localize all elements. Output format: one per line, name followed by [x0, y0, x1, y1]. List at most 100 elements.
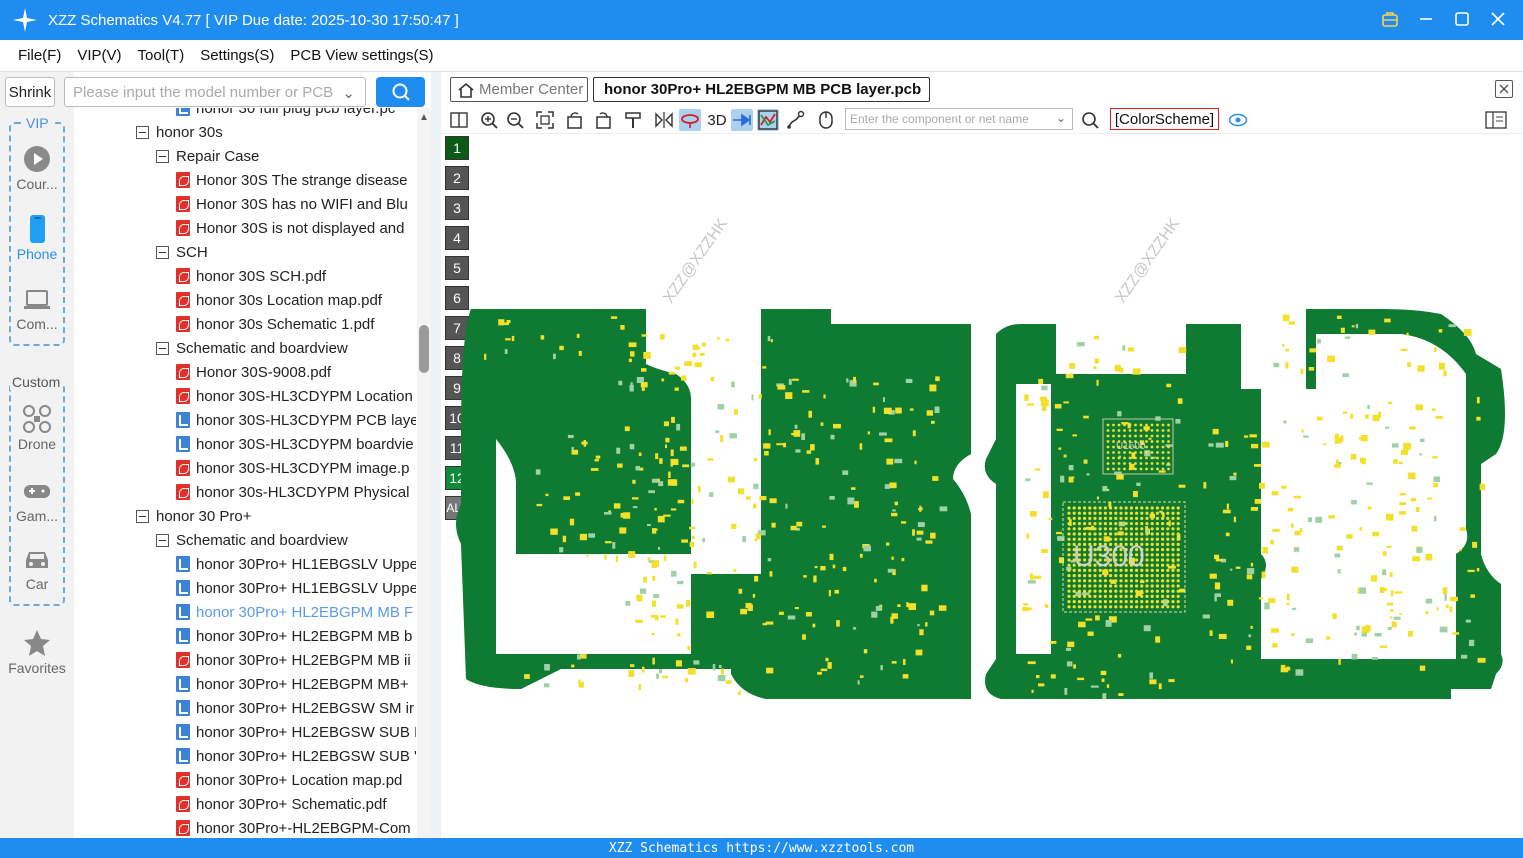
tree-file[interactable]: honor 30S-HL3CDYPM Location — [176, 384, 413, 408]
tree-file[interactable]: honor 30Pro+ HL2EBGPM MB F — [176, 600, 413, 624]
trace-route-icon[interactable] — [785, 109, 807, 131]
tree-file[interactable]: honor 30s Schematic 1.pdf — [176, 312, 374, 336]
nav-item-label: Gam... — [15, 508, 58, 524]
rotate-left-icon[interactable] — [564, 109, 586, 131]
tree-item-label: honor 30S-HL3CDYPM PCB laye — [196, 411, 416, 429]
tree-file[interactable]: honor 30Pro+ HL2EBGPM MB+ — [176, 672, 409, 696]
pcb-file-icon — [176, 748, 190, 764]
tree-file[interactable]: Honor 30S The strange disease — [176, 168, 408, 192]
tree-folder[interactable]: Repair Case — [156, 144, 259, 168]
pcb-board-view[interactable]: U300 U1500 XZZ@XZZHK XZZ@XZZHK — [441, 134, 1523, 838]
scroll-thumb[interactable] — [419, 325, 429, 373]
nav-item-courses[interactable]: Cour... — [0, 144, 74, 192]
tree-file[interactable]: honor 30s-HL3CDYPM Physical — [176, 480, 409, 504]
menu-pcb-view-settings[interactable]: PCB View settings(S) — [290, 47, 433, 64]
mirror-icon[interactable] — [653, 109, 675, 131]
pcb-canvas[interactable]: 1 2 3 4 5 6 7 8 9 10 11 12 ALL U300 U1500 XZZ@XZZHK … — [441, 134, 1523, 838]
close-tab-icon[interactable] — [1495, 80, 1513, 98]
collapse-icon[interactable] — [136, 509, 149, 523]
nav-item-car[interactable]: Car — [0, 544, 74, 592]
menu-tool[interactable]: Tool(T) — [138, 47, 185, 64]
tree-file[interactable]: Honor 30S is not displayed and — [176, 216, 404, 240]
tree-file[interactable]: honor 30Pro+ Location map.pd — [176, 768, 402, 792]
tree-item-label: honor 30s Schematic 1.pdf — [196, 315, 375, 333]
tree-file[interactable]: Honor 30S has no WIFI and Blu — [176, 192, 408, 216]
tree-folder[interactable]: Schematic and boardview — [156, 336, 348, 360]
minimize-icon[interactable] — [1415, 8, 1437, 30]
tree-item-label: honor 30Pro+ HL2EBGPM MB F — [196, 603, 414, 621]
tree-scrollbar[interactable]: ▲ — [417, 108, 431, 838]
tree-file[interactable]: honor 30Pro+ Schematic.pdf — [176, 792, 387, 816]
3d-view-button[interactable]: 3D — [705, 109, 729, 131]
collapse-icon[interactable] — [156, 245, 169, 259]
tree-file[interactable]: honor 30Pro+ HL2EBGSW SUB ' — [176, 744, 416, 768]
tree-file[interactable]: honor 30Pro+-HL2EBGPM-Com — [176, 816, 411, 838]
scroll-up-icon[interactable]: ▲ — [419, 112, 429, 123]
model-search-input[interactable]: Please input the model number or PCB ⌄ — [64, 77, 366, 107]
collapse-icon[interactable] — [156, 341, 169, 355]
mouse-icon[interactable] — [815, 109, 837, 131]
tab-member-center[interactable]: Member Center — [450, 77, 588, 102]
tree-file[interactable]: honor 30S-HL3CDYPM boardvie — [176, 432, 414, 456]
split-view-icon[interactable] — [448, 109, 470, 131]
pcb-file-icon — [176, 108, 190, 116]
color-scheme-button[interactable]: [ColorScheme] — [1110, 108, 1219, 130]
chevron-down-icon[interactable]: ⌄ — [342, 84, 355, 102]
tree-file[interactable]: honor 30Pro+ HL2EBGPM MB ii — [176, 648, 411, 672]
tree-folder[interactable]: SCH — [156, 240, 208, 264]
fit-view-icon[interactable] — [534, 109, 556, 131]
nav-item-computer[interactable]: Com... — [0, 284, 74, 332]
tree-file[interactable]: honor 30Pro+ HL1EBGSLV Uppe — [176, 552, 416, 576]
collapse-icon[interactable] — [136, 125, 149, 139]
search-button[interactable] — [376, 77, 425, 107]
tree-file[interactable]: honor 30S-HL3CDYPM PCB laye — [176, 408, 416, 432]
shrink-button[interactable]: Shrink — [5, 77, 55, 107]
rotate-right-icon[interactable] — [592, 109, 614, 131]
zoom-out-icon[interactable] — [504, 109, 526, 131]
nav-item-games[interactable]: Gam... — [0, 476, 74, 524]
highlight-net-icon[interactable] — [731, 109, 753, 131]
component-search-input[interactable]: Enter the component or net name ⌄ — [845, 108, 1073, 130]
nav-item-favorites[interactable]: Favorites — [0, 628, 74, 676]
nav-item-drone[interactable]: Drone — [0, 404, 74, 452]
menu-file[interactable]: File(F) — [18, 47, 61, 64]
probe-icon[interactable] — [679, 109, 701, 131]
tree-file[interactable]: Honor 30S-9008.pdf — [176, 360, 331, 384]
net-view-icon[interactable] — [757, 109, 779, 131]
watermark: XZZ@XZZHK — [660, 215, 731, 306]
collapse-icon[interactable] — [156, 533, 169, 547]
tree-file[interactable]: honor 30Pro+ HL2EBGSW SUB I — [176, 720, 416, 744]
pdf-file-icon — [176, 172, 190, 188]
tree-file[interactable]: honor 30 full plug pcb layer.pc — [176, 108, 395, 120]
tree-item-label: honor 30 full plug pcb layer.pc — [196, 108, 396, 117]
tab-active-file[interactable]: honor 30Pro+ HL2EBGPM MB PCB layer.pcb — [593, 77, 930, 102]
vip-bag-icon[interactable] — [1379, 8, 1401, 30]
chevron-down-icon[interactable]: ⌄ — [1056, 111, 1066, 125]
menu-vip[interactable]: VIP(V) — [77, 47, 121, 64]
close-icon[interactable] — [1487, 8, 1509, 30]
paint-brush-icon[interactable] — [622, 109, 644, 131]
tree-folder[interactable]: honor 30s — [136, 120, 223, 144]
tree-folder[interactable]: Schematic and boardview — [156, 528, 348, 552]
tree-file[interactable]: honor 30Pro+ HL2EBGSW SM ir — [176, 696, 414, 720]
component-search-icon[interactable] — [1079, 109, 1101, 131]
tree-file[interactable]: honor 30S-HL3CDYPM image.p — [176, 456, 409, 480]
panel-divider[interactable] — [431, 72, 441, 838]
pcb-file-icon — [176, 628, 190, 644]
zoom-in-icon[interactable] — [478, 109, 500, 131]
title-bar: XZZ Schematics V4.77 [ VIP Due date: 202… — [0, 0, 1523, 40]
nav-item-phone[interactable]: Phone — [0, 214, 74, 262]
file-tree: honor 30 full plug pcb layer.pc honor 30s… — [74, 108, 416, 838]
side-panel-toggle-icon[interactable] — [1485, 109, 1507, 131]
tree-file[interactable]: honor 30Pro+ HL1EBGSLV Uppe — [176, 576, 416, 600]
tree-file[interactable]: honor 30Pro+ HL2EBGPM MB b — [176, 624, 412, 648]
tree-file[interactable]: honor 30s Location map.pdf — [176, 288, 382, 312]
collapse-icon[interactable] — [156, 149, 169, 163]
tree-folder[interactable]: honor 30 Pro+ — [136, 504, 252, 528]
tree-item-label: Honor 30S The strange disease — [196, 171, 408, 189]
maximize-icon[interactable] — [1451, 8, 1473, 30]
menu-settings[interactable]: Settings(S) — [200, 47, 274, 64]
pdf-file-icon — [176, 484, 190, 500]
eye-icon[interactable] — [1227, 109, 1249, 131]
tree-file[interactable]: honor 30S SCH.pdf — [176, 264, 326, 288]
